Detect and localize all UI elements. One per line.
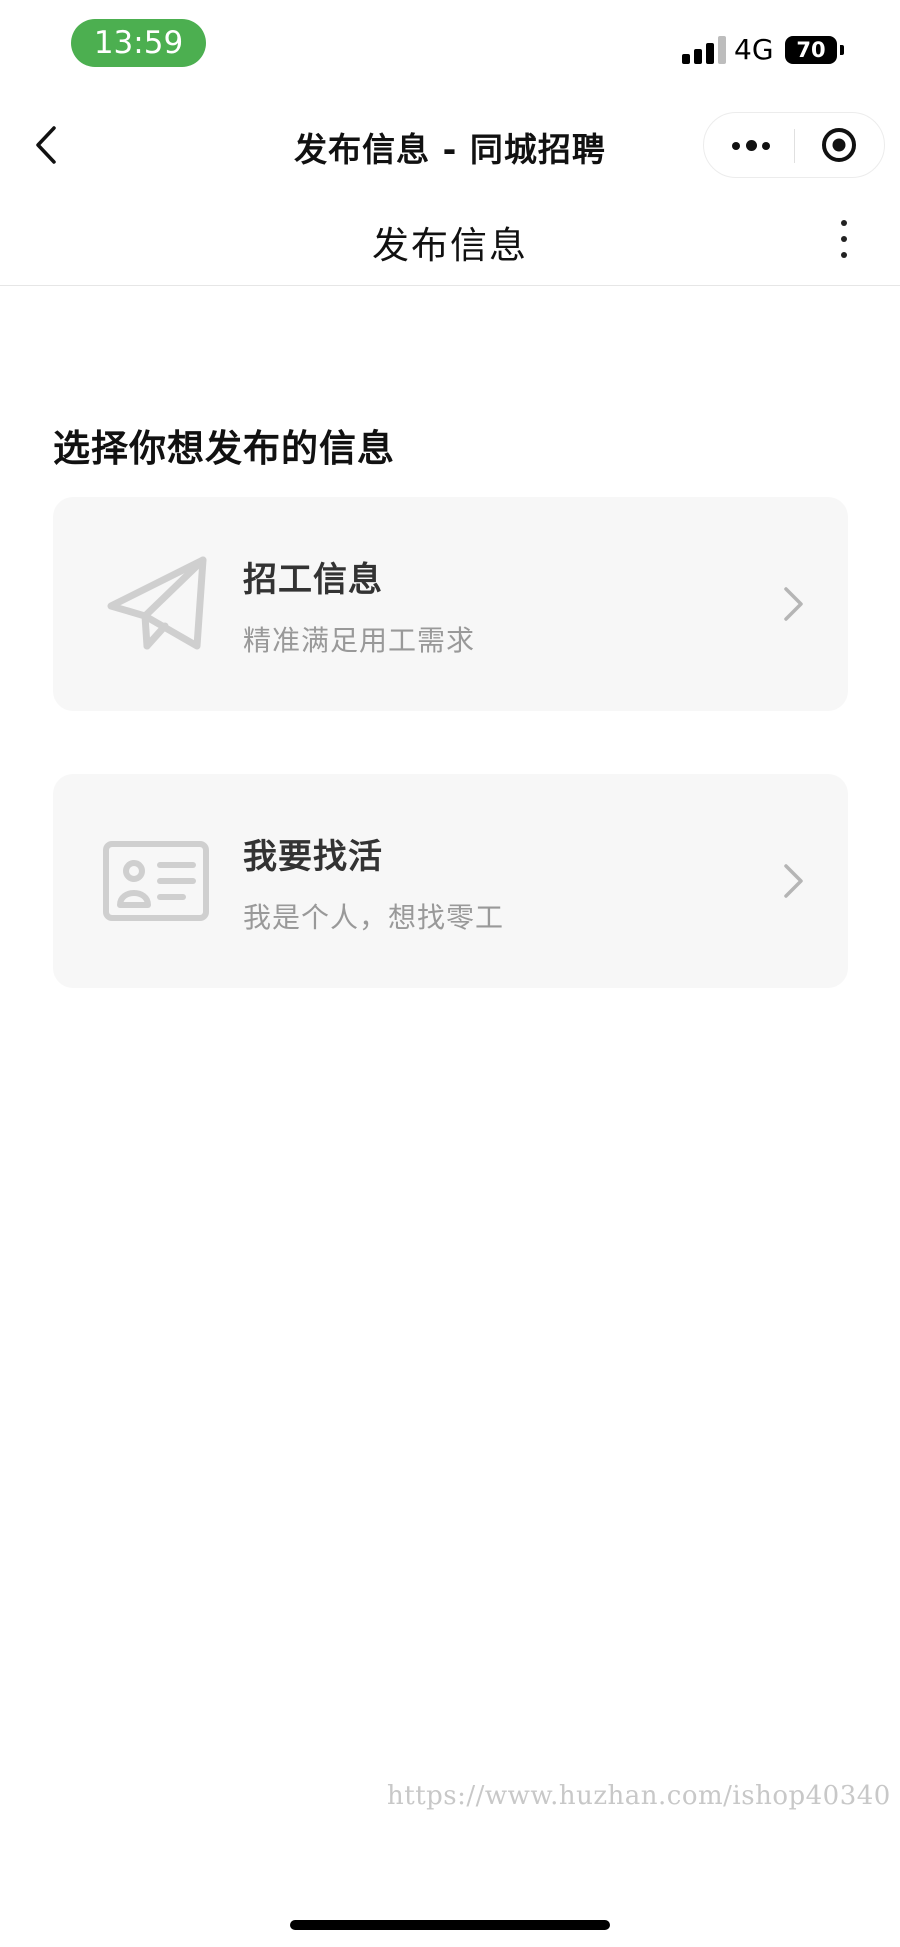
battery-tip xyxy=(840,45,844,55)
network-type: 4G xyxy=(734,33,774,66)
target-circle-icon xyxy=(822,128,856,162)
cellular-signal-icon xyxy=(682,36,728,64)
miniprogram-capsule xyxy=(703,112,885,178)
card-title: 招工信息 xyxy=(243,560,383,600)
battery-icon: 70 xyxy=(785,36,837,64)
post-job-card[interactable]: 招工信息 精准满足用工需求 xyxy=(53,497,848,711)
card-subtitle: 我是个人，想找零工 xyxy=(243,901,505,934)
status-bar: 13:59 4G 70 xyxy=(0,0,900,95)
watermark-text: https://www.huzhan.com/ishop40340 xyxy=(387,1781,891,1811)
more-dot-icon xyxy=(732,141,740,150)
home-indicator[interactable] xyxy=(290,1920,610,1930)
id-card-icon xyxy=(103,841,209,921)
card-subtitle: 精准满足用工需求 xyxy=(243,624,476,657)
card-title: 我要找活 xyxy=(243,837,383,877)
more-dot-icon xyxy=(746,140,757,151)
section-title: 选择你想发布的信息 xyxy=(53,427,395,470)
kebab-menu-icon[interactable] xyxy=(832,215,856,265)
find-work-card[interactable]: 我要找活 我是个人，想找零工 xyxy=(53,774,848,988)
page-title: 发布信息 xyxy=(372,224,528,267)
close-miniprogram-button[interactable] xyxy=(795,113,885,177)
chevron-right-icon xyxy=(784,864,803,898)
page-header: 发布信息 xyxy=(0,195,900,286)
status-time: 13:59 xyxy=(71,19,206,67)
paper-plane-icon xyxy=(107,556,207,650)
chevron-right-icon xyxy=(784,587,803,621)
nav-bar: 发布信息 - 同城招聘 xyxy=(0,95,900,195)
app-screen: 13:59 4G 70 发布信息 - 同城招聘 发布信息 选择你想发布的信息 招… xyxy=(0,0,900,1947)
more-dot-icon xyxy=(762,141,770,150)
more-options-button[interactable] xyxy=(704,113,794,177)
